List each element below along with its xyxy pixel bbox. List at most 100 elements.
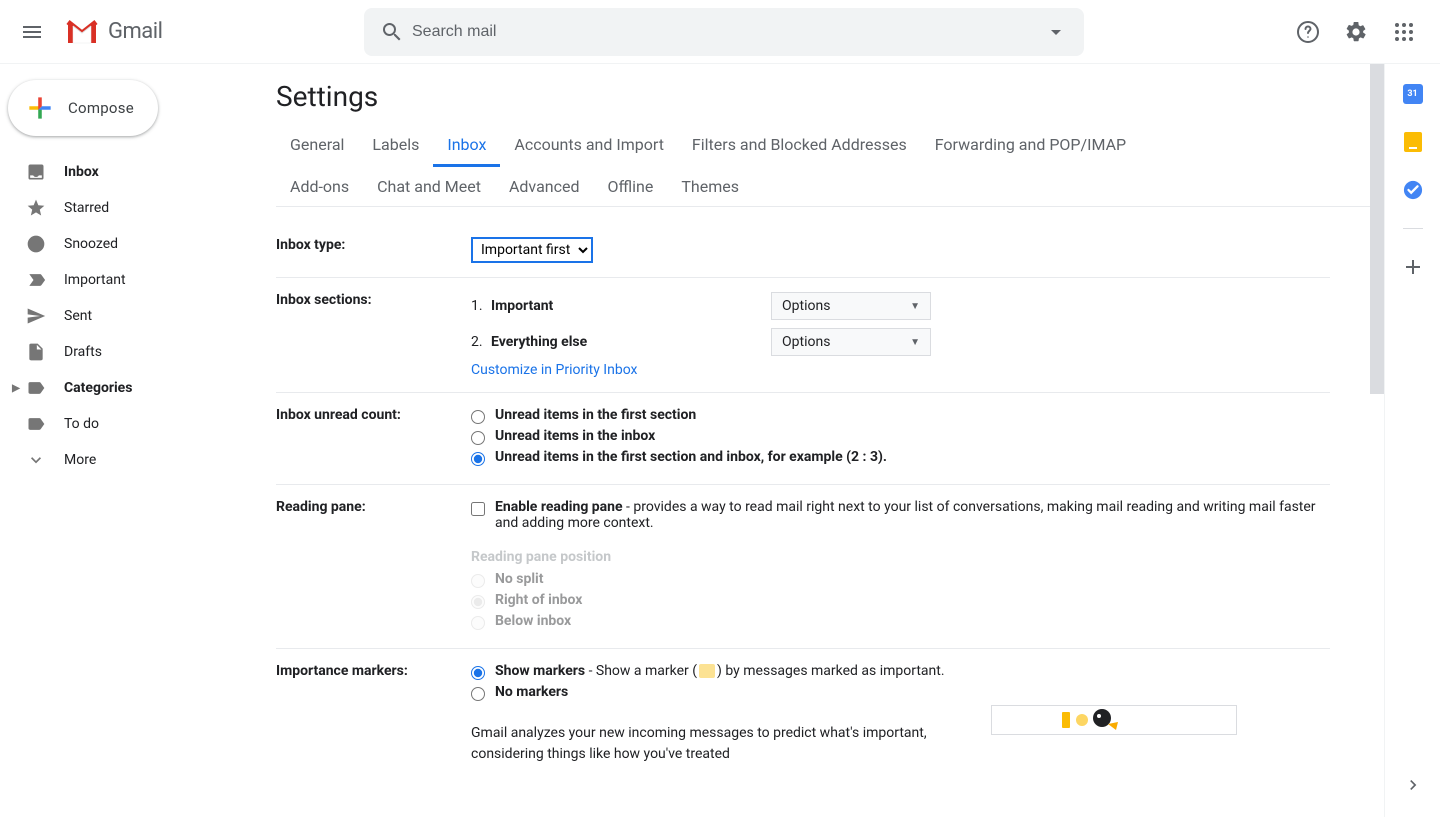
apps-button[interactable] [1384,12,1424,52]
star-icon [26,198,46,218]
unread-count-option-label: Unread items in the inbox [495,428,655,444]
sidebar-item-starred[interactable]: Starred [0,192,248,224]
tab-add-ons[interactable]: Add-ons [276,167,363,206]
search-input[interactable] [412,23,1036,41]
setting-inbox-sections: Inbox sections: 1.ImportantOptions▼ 2.Eve… [276,278,1330,393]
sidebar-item-important[interactable]: Important [0,264,248,296]
tab-labels[interactable]: Labels [358,125,433,167]
inbox-type-select[interactable]: Important first [471,237,593,263]
setting-unread-count: Inbox unread count: Unread items in the … [276,393,1330,485]
sidebar-item-inbox[interactable]: Inbox [0,156,248,188]
inbox-type-label: Inbox type: [276,237,471,263]
search-icon [380,20,404,44]
tab-accounts-and-import[interactable]: Accounts and Import [500,125,678,167]
importance-illustration [991,705,1237,735]
enable-reading-pane-checkbox[interactable] [471,502,485,516]
send-icon [26,306,46,326]
sidebar-item-label: To do [64,416,99,432]
section-number: 2. [471,334,491,350]
file-icon [26,342,46,362]
compose-button[interactable]: Compose [8,80,158,136]
sidebar-item-sent[interactable]: Sent [0,300,248,332]
settings-title: Settings [276,80,1370,113]
section-name: Important [491,298,771,314]
apps-grid-icon [1392,20,1416,44]
reading-pane-position-label: No split [495,571,543,587]
clock-icon [26,234,46,254]
search-bar [364,8,1084,56]
no-markers-radio[interactable] [471,687,485,701]
sidebar-item-drafts[interactable]: Drafts [0,336,248,368]
get-addons-button[interactable] [1403,257,1423,277]
label-icon [26,378,46,398]
support-button[interactable] [1288,12,1328,52]
keep-addon[interactable] [1404,132,1422,152]
tab-themes[interactable]: Themes [667,167,753,206]
calendar-addon[interactable]: 31 [1403,84,1423,104]
tasks-addon[interactable] [1403,180,1423,200]
reading-pane-label: Reading pane: [276,499,471,634]
sidebar-item-label: Sent [64,308,92,324]
tasks-icon [1403,179,1423,201]
important-icon [26,270,46,290]
no-markers-label: No markers [495,684,568,700]
tab-filters-and-blocked-addresses[interactable]: Filters and Blocked Addresses [678,125,921,167]
scrollbar-thumb[interactable] [1370,64,1384,394]
reading-pane-position-radio-0[interactable] [471,574,485,588]
unread-count-radio-0[interactable] [471,410,485,424]
setting-inbox-type: Inbox type: Important first [276,223,1330,278]
gear-icon [1344,20,1368,44]
help-icon [1296,20,1320,44]
inbox-sections-label: Inbox sections: [276,292,471,378]
sidebar: Compose Inbox Starred Snoozed Important Sent… [0,64,256,817]
reading-pane-position-radio-1[interactable] [471,595,485,609]
reading-pane-position-radio-2[interactable] [471,616,485,630]
main-menu-button[interactable] [8,8,56,56]
hamburger-icon [20,20,44,44]
tab-inbox[interactable]: Inbox [433,125,500,167]
sidebar-item-label: Inbox [64,164,99,180]
sidebar-item-label: Drafts [64,344,102,360]
show-markers-radio[interactable] [471,666,485,680]
sidebar-item-more[interactable]: More [0,444,248,476]
settings-button[interactable] [1336,12,1376,52]
side-panel: 31 [1384,64,1440,817]
enable-reading-pane-label: Enable reading pane - provides a way to … [495,499,1330,531]
hide-side-panel-button[interactable] [1397,769,1429,801]
caret-down-icon: ▼ [910,301,920,312]
section-options-button[interactable]: Options▼ [771,328,931,356]
importance-markers-label: Importance markers: [276,663,471,765]
unread-count-radio-1[interactable] [471,431,485,445]
tab-general[interactable]: General [276,125,358,167]
search-options-button[interactable] [1036,12,1076,52]
tab-advanced[interactable]: Advanced [495,167,594,206]
section-name: Everything else [491,334,771,350]
setting-reading-pane: Reading pane: Enable reading pane - prov… [276,485,1330,649]
reading-pane-position-label: Below inbox [495,613,571,629]
customize-priority-inbox-link[interactable]: Customize in Priority Inbox [471,362,1330,378]
show-markers-label: Show markers - Show a marker () by messa… [495,663,945,679]
inbox-section-row: 2.Everything elseOptions▼ [471,328,1330,356]
tab-chat-and-meet[interactable]: Chat and Meet [363,167,495,206]
settings-panel: Settings GeneralLabelsInboxAccounts and … [256,64,1370,817]
importance-marker-icon [699,664,715,678]
gmail-logo[interactable]: Gmail [64,18,284,46]
sidebar-item-to-do[interactable]: To do [0,408,248,440]
inbox-section-row: 1.ImportantOptions▼ [471,292,1330,320]
importance-explanation: Gmail analyzes your new incoming message… [471,723,951,765]
section-options-button[interactable]: Options▼ [771,292,931,320]
sidebar-item-label: Important [64,272,126,288]
unread-count-option-label: Unread items in the first section [495,407,696,423]
sidebar-item-label: Categories [64,380,132,396]
sidebar-item-categories[interactable]: ▶Categories [0,372,248,404]
scrollbar[interactable] [1370,64,1384,817]
caret-down-icon [1044,20,1068,44]
reading-pane-position-label: Right of inbox [495,592,582,608]
sidebar-item-label: More [64,452,96,468]
unread-count-radio-2[interactable] [471,452,485,466]
unread-count-label: Inbox unread count: [276,407,471,470]
tab-offline[interactable]: Offline [593,167,667,206]
sidebar-item-snoozed[interactable]: Snoozed [0,228,248,260]
tab-forwarding-and-pop-imap[interactable]: Forwarding and POP/IMAP [921,125,1140,167]
search-button[interactable] [372,12,412,52]
